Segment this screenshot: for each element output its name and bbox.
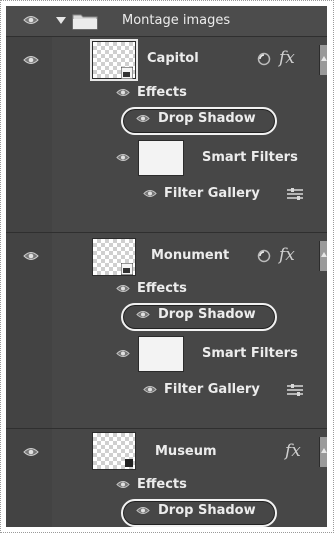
effect-label[interactable]: Drop Shadow	[158, 503, 256, 519]
filter-mask-link-icon[interactable]	[257, 52, 271, 66]
filter-row-filter-gallery[interactable]: Filter Gallery	[6, 180, 327, 208]
eye-icon[interactable]	[23, 15, 39, 25]
eye-icon[interactable]	[23, 251, 39, 261]
smart-filters-label: Smart Filters	[202, 346, 298, 361]
eye-icon[interactable]	[136, 310, 150, 319]
effect-row-drop-shadow[interactable]: Drop Shadow	[6, 104, 327, 136]
fx-icon[interactable]: fx	[285, 441, 301, 461]
filter-label[interactable]: Filter Gallery	[164, 382, 260, 398]
smart-object-badge-icon	[121, 67, 133, 79]
filter-row-filter-gallery[interactable]: Filter Gallery	[6, 376, 327, 404]
smart-filter-mask-thumbnail[interactable]	[139, 337, 183, 371]
eye-icon[interactable]	[23, 447, 39, 457]
effect-row-drop-shadow[interactable]: Drop Shadow	[6, 496, 327, 527]
effects-row[interactable]: Effects	[6, 278, 327, 300]
blending-options-icon[interactable]	[287, 384, 303, 396]
folder-icon	[72, 14, 98, 30]
layer-row-monument[interactable]: Monument fx	[6, 233, 327, 278]
fx-icon[interactable]: fx	[279, 48, 295, 68]
smart-filters-label: Smart Filters	[202, 150, 298, 165]
effect-row-drop-shadow[interactable]: Drop Shadow	[6, 300, 327, 332]
eye-icon[interactable]	[23, 55, 39, 65]
layer-name[interactable]: Monument	[151, 248, 229, 264]
layer-name[interactable]: Capitol	[147, 51, 199, 67]
group-label: Montage images	[122, 13, 231, 28]
eye-icon[interactable]	[116, 349, 130, 358]
group-row-montage-images[interactable]: Montage images	[6, 6, 327, 36]
effects-row[interactable]: Effects	[6, 474, 327, 496]
expand-effects-toggle[interactable]	[319, 437, 327, 467]
eye-icon[interactable]	[116, 284, 130, 293]
smart-filters-row[interactable]: Smart Filters	[6, 136, 327, 180]
effects-row[interactable]: Effects	[6, 82, 327, 104]
effect-label[interactable]: Drop Shadow	[158, 111, 256, 127]
effects-label: Effects	[137, 85, 187, 100]
eye-icon[interactable]	[116, 88, 130, 97]
effects-label: Effects	[137, 281, 187, 296]
eye-icon[interactable]	[136, 506, 150, 515]
fx-icon[interactable]: fx	[279, 245, 295, 265]
eye-icon[interactable]	[143, 189, 157, 198]
filter-label[interactable]: Filter Gallery	[164, 186, 260, 202]
expand-effects-toggle[interactable]	[319, 241, 327, 271]
eye-icon[interactable]	[136, 114, 150, 123]
eye-icon[interactable]	[116, 153, 130, 162]
eye-icon[interactable]	[116, 480, 130, 489]
effect-label[interactable]: Drop Shadow	[158, 307, 256, 323]
layer-name[interactable]: Museum	[155, 444, 217, 460]
disclosure-triangle-icon[interactable]	[56, 17, 66, 24]
filter-mask-link-icon[interactable]	[257, 249, 271, 263]
blending-options-icon[interactable]	[287, 188, 303, 200]
layer-row-capitol[interactable]: Capitol fx	[6, 37, 327, 82]
smart-object-badge-icon	[125, 459, 133, 467]
layers-panel: Montage images Capitol fx Effects Drop S…	[6, 6, 327, 527]
smart-object-badge-icon	[121, 263, 133, 275]
expand-effects-toggle[interactable]	[319, 45, 327, 75]
effects-label: Effects	[137, 477, 187, 492]
smart-filters-row[interactable]: Smart Filters	[6, 332, 327, 376]
eye-icon[interactable]	[143, 385, 157, 394]
smart-filter-mask-thumbnail[interactable]	[139, 141, 183, 175]
layer-row-museum[interactable]: Museum fx	[6, 429, 327, 474]
